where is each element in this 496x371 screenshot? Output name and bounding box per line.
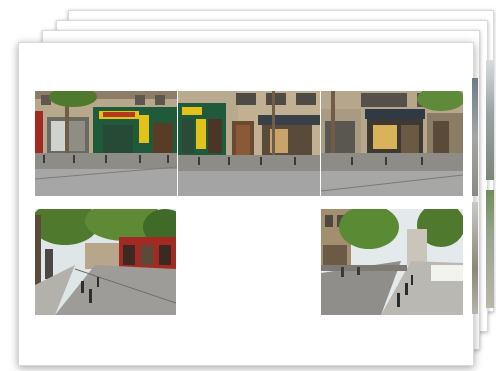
back-sheet-photo-edge	[472, 78, 478, 196]
photo-thumbnail-5[interactable]	[321, 209, 463, 315]
photo-thumbnail-2[interactable]	[178, 91, 320, 196]
street-photo-image	[35, 209, 176, 315]
photo-thumbnail-1[interactable]	[35, 91, 177, 196]
street-photo-image	[321, 91, 463, 196]
street-photo-image	[321, 209, 463, 315]
photo-thumbnail-4[interactable]	[35, 209, 176, 315]
back-sheet-photo-edge	[486, 60, 494, 180]
street-photo-image	[178, 91, 320, 196]
back-sheet-photo-edge	[486, 190, 494, 308]
photo-thumbnail-3[interactable]	[321, 91, 463, 196]
back-sheet-photo-edge	[472, 202, 478, 314]
street-photo-image	[35, 91, 177, 196]
